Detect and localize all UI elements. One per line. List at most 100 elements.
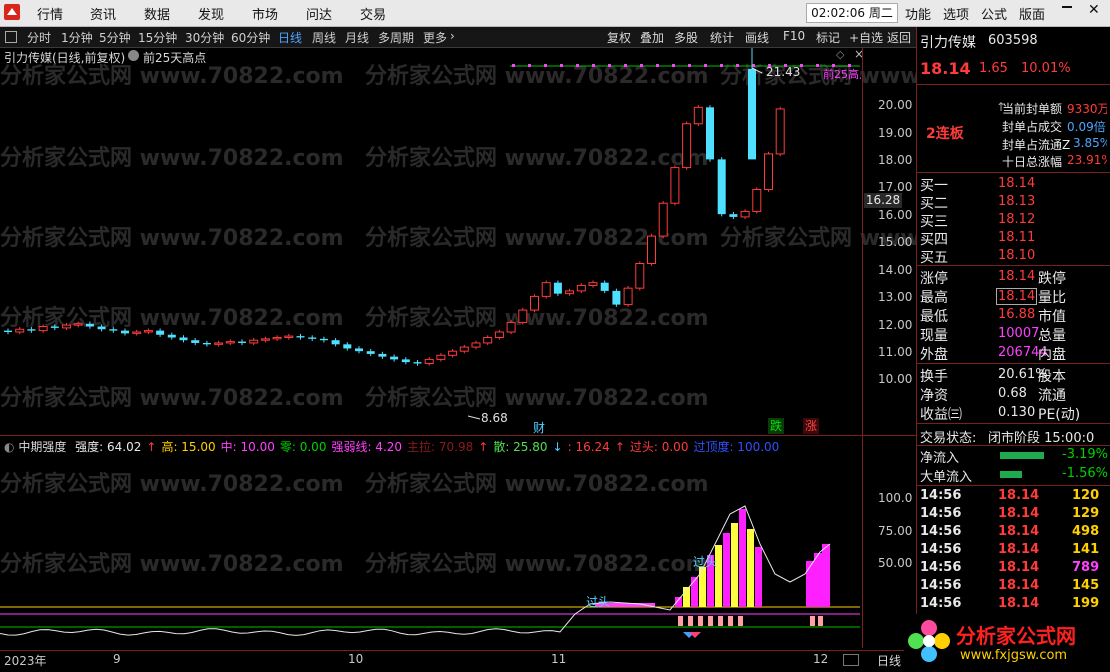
draw-button[interactable]: 画线 [745,29,769,46]
price-tick: 17.00 [878,180,913,194]
stats-button[interactable]: 统计 [710,29,734,46]
candle-body [670,167,680,204]
quote-label: 现量 [920,328,948,344]
tick-volume: 120 [1072,488,1100,503]
quote-label: 市值 [1038,309,1066,325]
candle-body [121,330,129,334]
minimize-icon[interactable] [1062,6,1072,8]
stock-name: 引力传媒 [920,35,976,51]
candle-body [85,323,94,327]
period-60min[interactable]: 60分钟 [231,29,270,46]
menu-item-xuanxiang[interactable]: 选项 [943,4,969,23]
strength-bar [747,529,754,607]
f10-button[interactable]: F10 [783,29,805,43]
indicator-settings-icon[interactable]: ◐ [4,440,14,454]
candle-body [202,342,211,345]
indicator-value: 高: 15.00 [161,440,216,454]
candle-body [541,282,551,297]
chevron-right-icon[interactable]: › [450,29,455,43]
menu-item-jiaoyi[interactable]: 交易 [360,4,386,23]
signal-bar [698,616,703,626]
candle-body [272,336,282,340]
signal-bar [688,616,693,626]
fuquan-button[interactable]: 复权 [607,29,631,46]
candle-body [483,336,493,344]
seal-label: 封单占成交 [1002,120,1063,134]
tick-volume: 789 [1072,560,1100,575]
cai-marker: 财 [533,421,546,435]
seal-value: 9330万 [1067,102,1107,116]
period-30min[interactable]: 30分钟 [185,29,224,46]
bid-label: 买五 [920,250,948,266]
candle-body [740,210,750,218]
bid-price[interactable]: 18.13 [998,194,1035,209]
multi-stock-button[interactable]: 多股 [674,29,698,46]
mark-button[interactable]: 标记 [816,29,840,46]
menu-item-zixun[interactable]: 资讯 [90,4,116,23]
indicator-chart[interactable] [0,454,862,650]
quote-value: 18.14 [996,288,1038,305]
bid-price[interactable]: 18.11 [998,230,1035,245]
fin-label: 股本 [1038,369,1066,385]
period-more[interactable]: 更多 [423,29,447,46]
app-logo-icon[interactable] [4,4,20,20]
menu-item-hangqing[interactable]: 行情 [37,4,63,23]
period-5min[interactable]: 5分钟 [99,29,131,46]
menu-item-gongshi[interactable]: 公式 [981,4,1007,23]
kline-chart[interactable] [0,48,862,435]
menu-item-gongneng[interactable]: 功能 [905,4,931,23]
period-1min[interactable]: 1分钟 [61,29,93,46]
bid-price[interactable]: 18.14 [998,176,1035,191]
high-dot [640,64,643,67]
flow-bar [1000,471,1022,478]
quote-value: 16.88 [998,307,1036,322]
price-tick: 12.00 [878,318,913,332]
period-weekly[interactable]: 周线 [312,29,336,46]
candle-body [413,362,422,364]
candle-body [179,337,188,341]
period-monthly[interactable]: 月线 [345,29,369,46]
menu-item-shuju[interactable]: 数据 [144,4,170,23]
candle-body [4,330,12,332]
menu-item-shichang[interactable]: 市场 [252,4,278,23]
candle-body [97,326,106,330]
bid-price[interactable]: 18.12 [998,212,1035,227]
period-fenshi[interactable]: 分时 [27,29,51,46]
high-value-label: 21.43 [766,65,801,79]
date-axis-divider [0,650,916,651]
guotou-label: 过头 [586,595,611,609]
period-multi[interactable]: 多周期 [378,29,414,46]
high-dot [608,64,611,67]
candle-body [73,323,83,326]
candle-body [635,263,645,289]
price-tick: 16.00 [878,208,913,222]
period-15min[interactable]: 15分钟 [138,29,177,46]
menu-item-wenda[interactable]: 问达 [306,4,332,23]
menu-item-banmian[interactable]: 版面 [1019,4,1045,23]
price-axis-divider [862,48,863,648]
indicator-value: ↑ [146,440,157,454]
tick-volume: 129 [1072,506,1100,521]
high-dot [528,64,531,67]
overlay-button[interactable]: 叠加 [640,29,664,46]
flow-label: 净流入 [920,451,960,466]
candle-body [15,328,25,333]
flow-bar [1000,452,1044,459]
strength-bar [806,561,814,607]
back-button[interactable]: 返回 [887,29,911,46]
period-indicator: 日线 [877,654,902,668]
tick-time: 14:56 [920,596,962,611]
candle-body [530,295,539,311]
candle-body [366,351,375,354]
menu-item-faxian[interactable]: 发现 [198,4,224,23]
bid-price[interactable]: 18.10 [998,248,1035,263]
high-dot [816,64,819,67]
add-watchlist-button[interactable]: +自选 [849,29,883,46]
price-tick: 19.00 [878,126,913,140]
flower-logo-icon [908,620,950,662]
panel-toggle-icon[interactable] [5,31,17,43]
period-daily[interactable]: 日线 [278,29,302,46]
close-icon[interactable]: ✕ [1088,2,1100,18]
scroll-handle[interactable] [843,654,859,666]
zhang-marker: 涨 [803,418,819,434]
